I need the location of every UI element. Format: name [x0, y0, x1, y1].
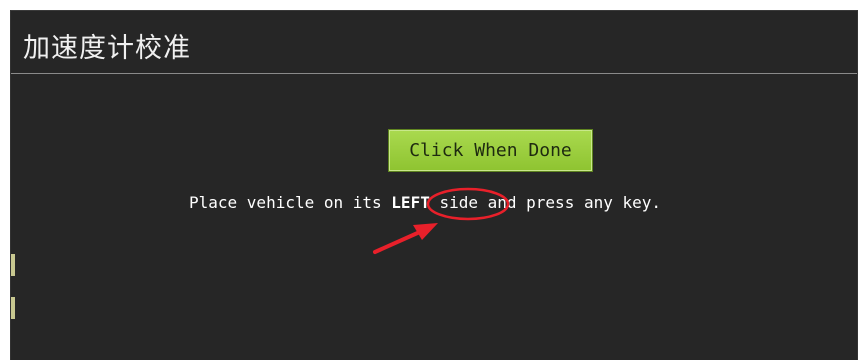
instruction-emphasis: LEFT — [391, 193, 430, 212]
screenshot-frame: 加速度计校准 Click When Done Place vehicle on … — [0, 0, 864, 360]
instruction-text: Place vehicle on its LEFT side and press… — [189, 190, 661, 216]
instruction-text-before: Place vehicle on its — [189, 193, 392, 212]
red-arrow-icon — [373, 223, 438, 254]
dialog-title: 加速度计校准 — [23, 33, 191, 64]
instruction-text-after: side and press any key. — [429, 193, 662, 212]
click-when-done-button[interactable]: Click When Done — [388, 129, 593, 172]
title-divider — [11, 73, 857, 74]
edge-marker — [11, 254, 15, 276]
edge-marker — [11, 297, 15, 319]
calibration-panel: 加速度计校准 Click When Done Place vehicle on … — [10, 10, 858, 360]
